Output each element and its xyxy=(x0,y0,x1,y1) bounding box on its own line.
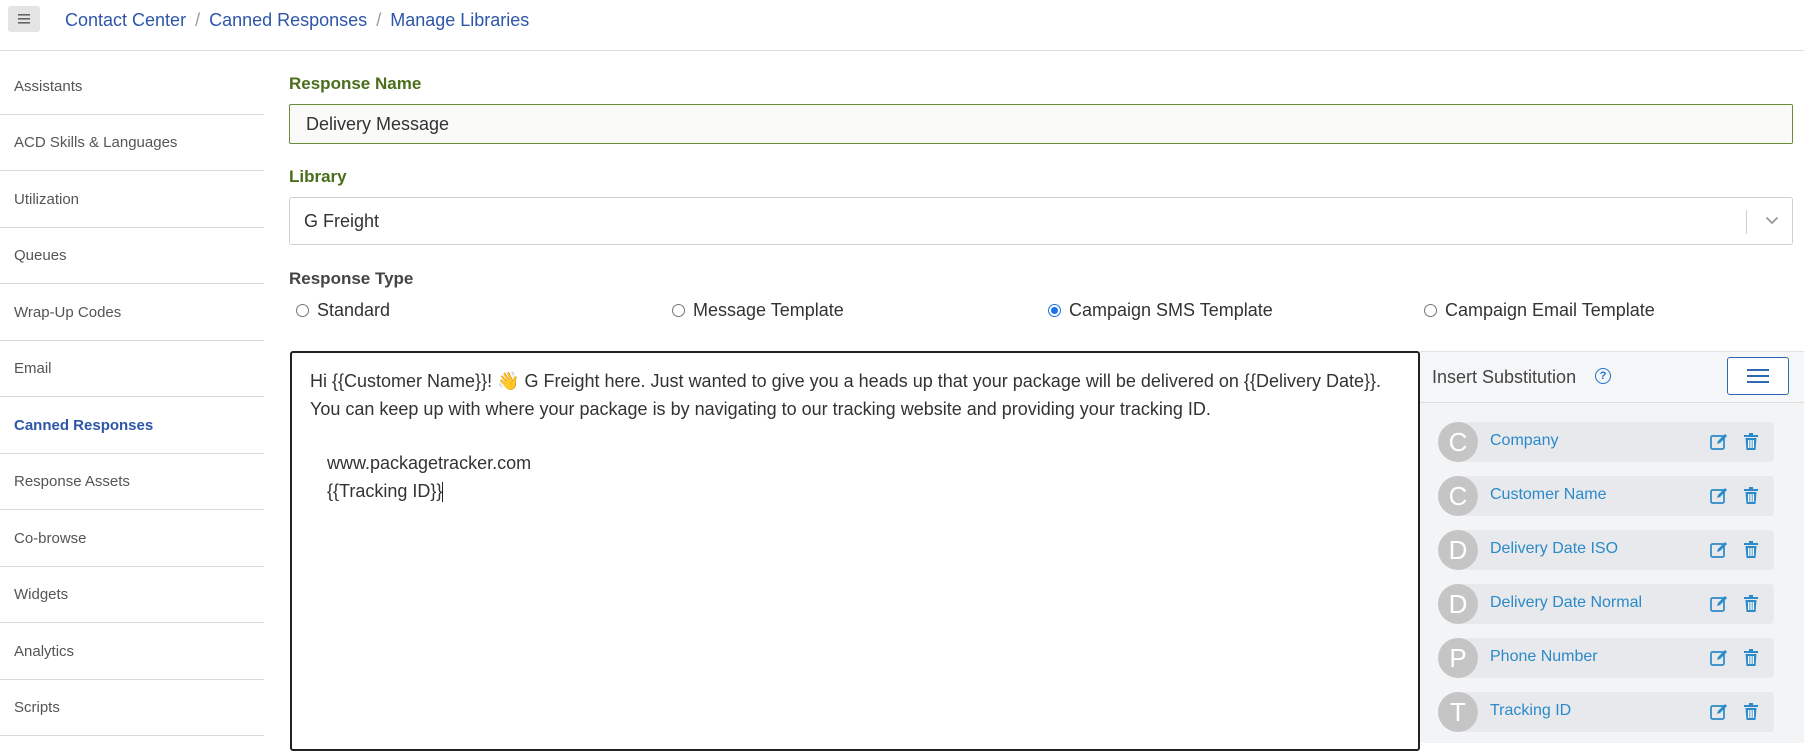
hamburger-icon xyxy=(18,14,30,24)
edit-icon[interactable] xyxy=(1710,595,1728,613)
substitution-label: Customer Name xyxy=(1490,486,1607,503)
sidebar-item-response-assets[interactable]: Response Assets xyxy=(0,454,264,510)
trash-icon[interactable] xyxy=(1743,487,1759,505)
editor-paragraph: Hi {{Customer Name}}! 👋 G Freight here. … xyxy=(310,371,1382,419)
avatar: C xyxy=(1438,422,1478,462)
avatar: P xyxy=(1438,638,1478,678)
substitution-label: Phone Number xyxy=(1490,648,1598,665)
radio-campaign-sms-template-label: Campaign SMS Template xyxy=(1069,300,1273,320)
library-select[interactable]: G Freight xyxy=(289,197,1793,245)
substitution-label: Delivery Date Normal xyxy=(1490,594,1643,611)
hamburger-menu-button[interactable] xyxy=(8,6,40,32)
response-text-editor[interactable]: Hi {{Customer Name}}! 👋 G Freight here. … xyxy=(290,351,1420,751)
edit-icon[interactable] xyxy=(1710,541,1728,559)
radio-message-template-label: Message Template xyxy=(693,300,844,320)
avatar: C xyxy=(1438,476,1478,516)
sidebar-item-wrap-up-codes[interactable]: Wrap-Up Codes xyxy=(0,285,264,341)
substitution-item-tracking-id[interactable]: T Tracking ID xyxy=(1438,692,1774,732)
avatar: T xyxy=(1438,692,1478,732)
radio-button[interactable] xyxy=(672,304,685,317)
trash-icon[interactable] xyxy=(1743,541,1759,559)
sidebar: Assistants ACD Skills & Languages Utiliz… xyxy=(0,52,264,742)
editor-url-line: www.packagetracker.com xyxy=(327,453,532,473)
substitution-header: Insert Substitution ? xyxy=(1420,352,1804,403)
radio-button[interactable] xyxy=(296,304,309,317)
radio-campaign-email-template-label: Campaign Email Template xyxy=(1445,300,1655,320)
library-select-value: G Freight xyxy=(304,211,380,231)
substitution-label: Company xyxy=(1490,432,1559,449)
radio-button[interactable] xyxy=(1424,304,1437,317)
substitution-item-delivery-date-normal[interactable]: D Delivery Date Normal xyxy=(1438,584,1774,624)
text-caret xyxy=(442,482,444,503)
edit-icon[interactable] xyxy=(1710,703,1728,721)
radio-standard[interactable]: Standard xyxy=(296,300,390,321)
radio-message-template[interactable]: Message Template xyxy=(672,300,844,321)
substitution-item-customer-name[interactable]: C Customer Name xyxy=(1438,476,1774,516)
sidebar-item-utilization[interactable]: Utilization xyxy=(0,172,264,228)
edit-icon[interactable] xyxy=(1710,487,1728,505)
breadcrumb: Contact Center / Canned Responses / Mana… xyxy=(65,10,529,31)
substitution-menu-button[interactable] xyxy=(1727,357,1789,395)
radio-campaign-sms-template[interactable]: Campaign SMS Template xyxy=(1048,300,1273,321)
radio-standard-label: Standard xyxy=(317,300,391,320)
trash-icon[interactable] xyxy=(1743,595,1759,613)
substitution-panel: Insert Substitution ? C Company C Custom… xyxy=(1420,351,1804,743)
response-name-input[interactable] xyxy=(289,104,1793,144)
edit-icon[interactable] xyxy=(1710,433,1728,451)
trash-icon[interactable] xyxy=(1743,649,1759,667)
sidebar-item-assistants[interactable]: Assistants xyxy=(0,59,264,115)
radio-campaign-email-template[interactable]: Campaign Email Template xyxy=(1424,300,1655,321)
help-icon[interactable]: ? xyxy=(1595,368,1611,384)
library-label: Library xyxy=(289,167,347,186)
trash-icon[interactable] xyxy=(1743,433,1759,451)
edit-icon[interactable] xyxy=(1710,649,1728,667)
substitution-item-delivery-date-iso[interactable]: D Delivery Date ISO xyxy=(1438,530,1774,570)
sidebar-item-email[interactable]: Email xyxy=(0,341,264,397)
sidebar-item-co-browse[interactable]: Co-browse xyxy=(0,511,264,567)
list-icon xyxy=(1747,369,1769,383)
editor-tracking-line: {{Tracking ID}} xyxy=(327,481,444,503)
breadcrumb-separator: / xyxy=(376,10,382,30)
substitution-item-phone-number[interactable]: P Phone Number xyxy=(1438,638,1774,678)
sidebar-item-queues[interactable]: Queues xyxy=(0,228,264,284)
breadcrumb-contact-center[interactable]: Contact Center xyxy=(65,10,186,31)
avatar: D xyxy=(1438,530,1478,570)
select-divider xyxy=(1746,210,1747,234)
chevron-down-icon xyxy=(1766,217,1778,224)
substitution-label: Delivery Date ISO xyxy=(1490,540,1619,557)
avatar: D xyxy=(1438,584,1478,624)
substitution-item-company[interactable]: C Company xyxy=(1438,422,1774,462)
sidebar-item-acd-skills-languages[interactable]: ACD Skills & Languages xyxy=(0,115,264,171)
sidebar-item-scripts[interactable]: Scripts xyxy=(0,680,264,736)
trash-icon[interactable] xyxy=(1743,703,1759,721)
sidebar-item-canned-responses[interactable]: Canned Responses xyxy=(0,398,264,454)
substitution-label: Tracking ID xyxy=(1490,702,1572,719)
substitution-title: Insert Substitution xyxy=(1432,367,1577,387)
response-type-label: Response Type xyxy=(289,269,414,288)
editor-tracking-text: {{Tracking ID}} xyxy=(327,481,443,501)
sidebar-item-analytics[interactable]: Analytics xyxy=(0,624,264,680)
breadcrumb-canned-responses[interactable]: Canned Responses xyxy=(209,10,367,31)
top-bar: Contact Center / Canned Responses / Mana… xyxy=(0,0,1804,51)
response-name-label: Response Name xyxy=(289,74,422,93)
breadcrumb-separator: / xyxy=(195,10,201,30)
radio-button-checked[interactable] xyxy=(1048,304,1061,317)
breadcrumb-manage-libraries[interactable]: Manage Libraries xyxy=(390,10,529,31)
sidebar-item-widgets[interactable]: Widgets xyxy=(0,567,264,623)
